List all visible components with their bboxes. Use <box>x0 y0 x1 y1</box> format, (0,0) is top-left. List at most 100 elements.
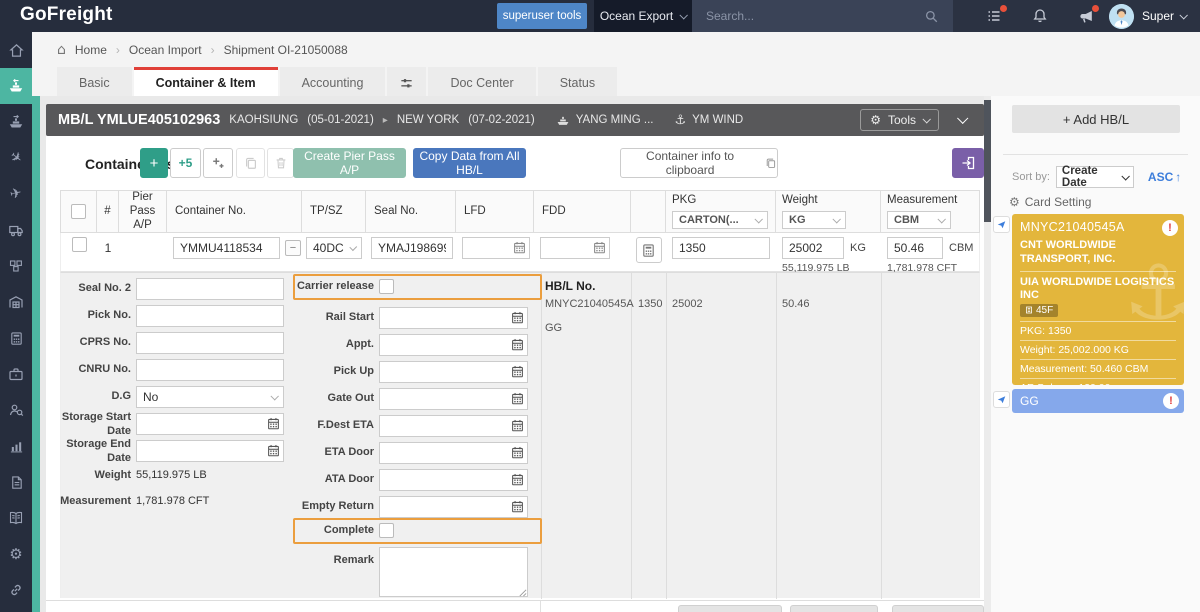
add-five-containers-button[interactable]: +5 <box>170 148 201 178</box>
appt-input[interactable] <box>379 334 528 356</box>
calendar-icon[interactable] <box>593 241 606 254</box>
hbl-card[interactable]: GG ! <box>1012 389 1184 413</box>
fdest-eta-input[interactable] <box>379 415 528 437</box>
sidebar-item-links[interactable] <box>0 572 32 608</box>
weight-unit-select[interactable]: KG <box>782 211 846 229</box>
remove-container-button[interactable]: − <box>285 240 301 256</box>
measurement-unit-select[interactable]: CBM <box>887 211 951 229</box>
sidebar-item-ocean-import[interactable] <box>0 68 32 104</box>
cnru-no-input[interactable] <box>136 359 284 381</box>
row-checkbox[interactable] <box>72 237 87 252</box>
resize-handle-icon[interactable] <box>518 588 527 597</box>
add-hbl-button[interactable]: + Add HB/L <box>1012 105 1180 133</box>
pick-no-input[interactable] <box>136 305 284 327</box>
seal-no-input[interactable] <box>371 237 453 259</box>
cprs-no-input[interactable] <box>136 332 284 354</box>
tasks-button[interactable] <box>971 0 1017 32</box>
module-select[interactable]: Ocean Export <box>594 0 692 32</box>
create-pier-pass-button[interactable]: Create Pier Pass A/P <box>293 148 406 178</box>
sidebar-item-warehouse[interactable] <box>0 284 32 320</box>
measurement-input[interactable] <box>887 237 943 259</box>
partial-button[interactable] <box>790 605 878 612</box>
hbl-card[interactable]: MNYC21040545A ! CNT WORLDWIDE TRANSPORT,… <box>1012 214 1184 385</box>
calendar-icon[interactable] <box>511 392 524 405</box>
calendar-icon[interactable] <box>267 444 280 457</box>
tp-sz-select[interactable]: 40DC <box>306 237 362 259</box>
sort-select[interactable]: Create Date <box>1056 166 1134 188</box>
delete-container-button[interactable] <box>267 148 294 178</box>
sort-direction-toggle[interactable]: ASC ↑ <box>1148 170 1181 184</box>
notifications-button[interactable] <box>1017 0 1063 32</box>
calendar-icon[interactable] <box>511 365 524 378</box>
copy-container-button[interactable] <box>236 148 265 178</box>
sidebar-item-ocean-export[interactable] <box>0 104 32 140</box>
calendar-icon[interactable] <box>511 446 524 459</box>
eta-door-input[interactable] <box>379 442 528 464</box>
sidebar-item-workspace[interactable] <box>0 356 32 392</box>
calendar-icon[interactable] <box>267 417 280 430</box>
collapse-chevron-icon[interactable] <box>957 112 968 123</box>
tab-accounting-filter[interactable] <box>387 67 426 96</box>
sidebar-item-home[interactable] <box>0 32 32 68</box>
calculate-button[interactable] <box>636 237 662 263</box>
complete-checkbox[interactable] <box>379 523 394 538</box>
dg-select[interactable]: No <box>136 386 284 408</box>
container-info-clipboard-button[interactable]: Container info to clipboard <box>620 148 778 178</box>
add-container-button[interactable]: + <box>140 148 168 178</box>
sidebar-item-settings[interactable]: ⚙ <box>0 536 32 572</box>
user-menu[interactable]: Super <box>1109 4 1186 29</box>
partial-button[interactable] <box>892 605 984 612</box>
pick-up-input[interactable] <box>379 361 528 383</box>
breadcrumb-home[interactable]: Home <box>75 43 107 57</box>
sidebar-item-air-import[interactable]: ✈ <box>0 140 32 176</box>
tab-basic[interactable]: Basic <box>57 67 132 96</box>
seal2-input[interactable] <box>136 278 284 300</box>
sidebar-item-air-export[interactable]: ✈ <box>0 176 32 212</box>
calendar-icon[interactable] <box>511 419 524 432</box>
tools-button[interactable]: ⚙ Tools <box>860 109 939 131</box>
main-scrollbar-thumb[interactable] <box>984 100 991 222</box>
copy-data-from-hbl-button[interactable]: Copy Data from All HB/L <box>413 148 526 178</box>
tab-accounting[interactable]: Accounting <box>280 67 386 96</box>
goto-hbl-button[interactable] <box>993 216 1010 233</box>
tab-container-item[interactable]: Container & Item <box>134 67 278 96</box>
sidebar-item-reports[interactable] <box>0 428 32 464</box>
sidebar-item-cargo[interactable] <box>0 248 32 284</box>
storage-start-input[interactable] <box>136 413 284 435</box>
batch-add-button[interactable] <box>203 148 233 178</box>
calendar-icon[interactable] <box>513 241 526 254</box>
rail-start-input[interactable] <box>379 307 528 329</box>
hbl-summary-no-2[interactable]: GG <box>545 322 562 334</box>
ata-door-input[interactable] <box>379 469 528 491</box>
weight-input[interactable] <box>782 237 844 259</box>
card-setting-button[interactable]: ⚙ Card Setting <box>1009 195 1091 209</box>
remark-textarea[interactable] <box>379 547 528 597</box>
tab-status[interactable]: Status <box>538 67 617 96</box>
select-all-checkbox[interactable] <box>71 204 86 219</box>
announcements-button[interactable] <box>1063 0 1109 32</box>
sidebar-item-trucking[interactable] <box>0 212 32 248</box>
sidebar-item-ledger[interactable] <box>0 500 32 536</box>
gate-out-input[interactable] <box>379 388 528 410</box>
calendar-icon[interactable] <box>511 473 524 486</box>
tab-doc-center[interactable]: Doc Center <box>428 67 535 96</box>
carrier-release-checkbox[interactable] <box>379 279 394 294</box>
superuser-tools-button[interactable]: superuser tools <box>497 3 587 29</box>
storage-end-input[interactable] <box>136 440 284 462</box>
partial-button[interactable] <box>678 605 782 612</box>
pkg-unit-select[interactable]: CARTON(... <box>672 211 768 229</box>
calendar-icon[interactable] <box>511 338 524 351</box>
search-input[interactable] <box>706 9 916 23</box>
empty-return-input[interactable] <box>379 496 528 518</box>
calendar-icon[interactable] <box>511 311 524 324</box>
hbl-summary-no[interactable]: MNYC21040545A <box>545 298 634 310</box>
pkg-input[interactable] <box>672 237 770 259</box>
container-no-input[interactable] <box>173 237 280 259</box>
export-containers-button[interactable] <box>952 148 984 178</box>
sidebar-item-documents[interactable] <box>0 464 32 500</box>
calendar-icon[interactable] <box>511 500 524 513</box>
breadcrumb-section[interactable]: Ocean Import <box>129 43 202 57</box>
sidebar-item-accounting[interactable] <box>0 320 32 356</box>
goto-hbl-button[interactable] <box>993 391 1010 408</box>
sidebar-item-crm[interactable] <box>0 392 32 428</box>
